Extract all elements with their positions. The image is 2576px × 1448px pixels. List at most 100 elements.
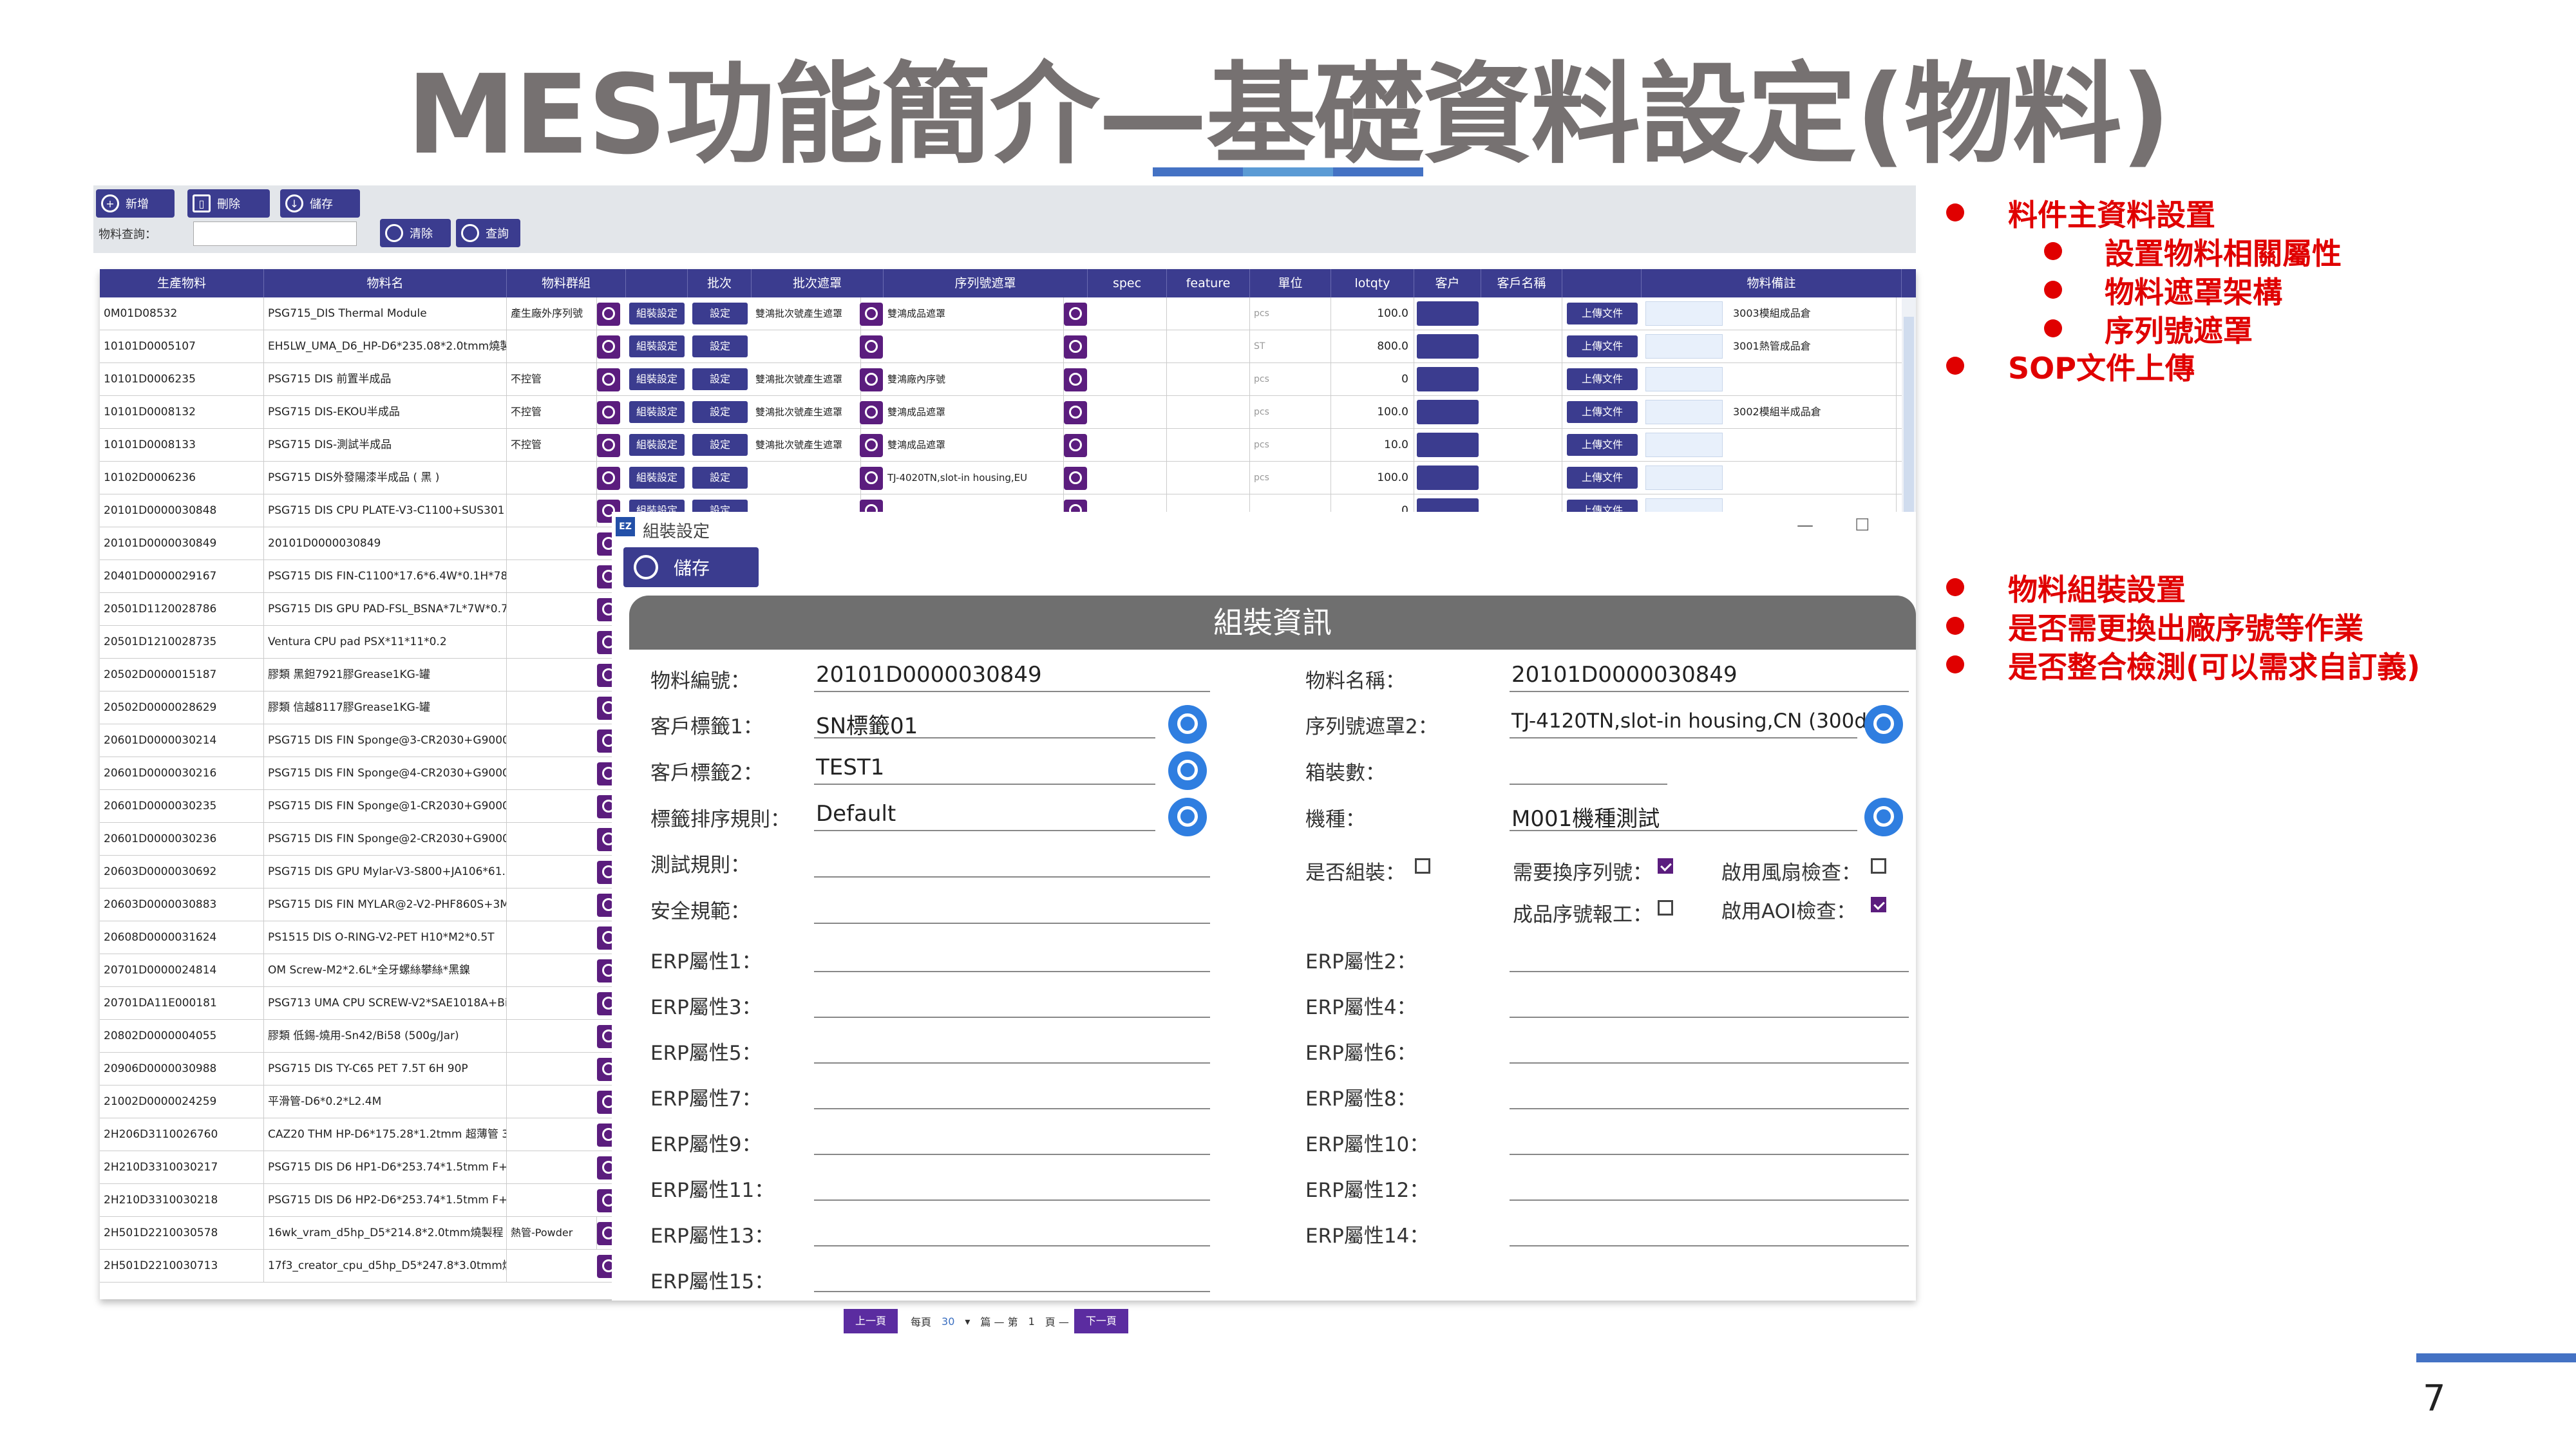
search-icon[interactable] <box>1064 401 1087 424</box>
table-row[interactable]: 10101D0006235 PSG715 DIS 前置半成品 不控管 組裝設定 設定 雙鴻… <box>100 363 1916 396</box>
erp-attribute-field[interactable] <box>814 971 1210 972</box>
erp-attribute-field[interactable] <box>814 1062 1210 1064</box>
erp-attribute-field[interactable] <box>1510 1199 1909 1201</box>
grid-header-cell[interactable]: 批次 <box>688 269 752 297</box>
search-icon[interactable] <box>597 401 620 424</box>
search-icon[interactable] <box>1168 751 1207 790</box>
search-icon[interactable] <box>1064 335 1087 359</box>
grid-header-cell[interactable]: lotqty <box>1331 269 1414 297</box>
grid-header-cell[interactable]: 單位 <box>1250 269 1331 297</box>
search-icon[interactable] <box>1168 798 1207 836</box>
erp-attribute-field[interactable] <box>814 1245 1210 1246</box>
finished-report-checkbox[interactable] <box>1658 900 1673 916</box>
search-icon[interactable] <box>597 335 620 359</box>
search-icon[interactable] <box>1864 705 1903 744</box>
grid-header-cell[interactable] <box>626 269 688 297</box>
note-input[interactable] <box>1645 433 1723 457</box>
delete-button[interactable]: ▯ 刪除 <box>187 189 270 218</box>
page-number[interactable]: 1 <box>1028 1315 1035 1328</box>
upload-document-button[interactable]: 上傳文件 <box>1567 401 1638 423</box>
assemble-settings-button[interactable]: 組裝設定 <box>629 303 685 324</box>
erp-attribute-field[interactable] <box>814 1154 1210 1155</box>
sort-rule-field[interactable]: Default <box>816 801 896 827</box>
search-icon[interactable] <box>597 303 620 326</box>
grid-header-cell[interactable]: 序列號遮罩 <box>884 269 1088 297</box>
erp-attribute-field[interactable] <box>1510 1245 1909 1246</box>
dialog-save-button[interactable]: 儲存 <box>623 547 759 587</box>
grid-header-cell[interactable]: spec <box>1088 269 1167 297</box>
search-icon[interactable] <box>1864 798 1903 836</box>
erp-attribute-field[interactable] <box>814 1291 1210 1292</box>
aoi-check-checkbox[interactable] <box>1871 897 1886 912</box>
serial-mask2-field[interactable]: TJ-4120TN,slot-in housing,CN (300dpi) <box>1511 710 1893 733</box>
search-icon[interactable] <box>860 303 883 326</box>
erp-attribute-field[interactable] <box>814 1108 1210 1109</box>
model-field[interactable]: M001機種測試 <box>1511 801 1660 832</box>
maximize-icon[interactable]: ☐ <box>1855 516 1870 535</box>
grid-header-cell[interactable]: 客戶名稱 <box>1481 269 1562 297</box>
note-input[interactable] <box>1645 334 1723 359</box>
table-row[interactable]: 10101D0008132 PSG715 DIS-EKOU半成品 不控管 組裝設定 設定… <box>100 396 1916 429</box>
search-icon[interactable] <box>860 368 883 391</box>
search-icon[interactable] <box>1064 303 1087 326</box>
assemble-settings-button[interactable]: 組裝設定 <box>629 335 685 357</box>
grid-header-cell[interactable]: feature <box>1167 269 1250 297</box>
grid-header-cell[interactable]: 生產物料 <box>100 269 264 297</box>
batch-settings-button[interactable]: 設定 <box>692 368 748 390</box>
search-icon[interactable] <box>1064 434 1087 457</box>
need-swap-checkbox[interactable] <box>1658 858 1673 874</box>
prev-page-button[interactable]: 上一頁 <box>844 1309 898 1333</box>
material-query-input[interactable] <box>193 221 357 246</box>
batch-settings-button[interactable]: 設定 <box>692 303 748 324</box>
upload-document-button[interactable]: 上傳文件 <box>1567 368 1638 390</box>
grid-header-cell[interactable]: 物料備註 <box>1642 269 1902 297</box>
table-row[interactable]: 10101D0008133 PSG715 DIS-測試半成品 不控管 組裝設定 設定 雙鴻… <box>100 429 1916 462</box>
grid-header-cell[interactable]: 物料名 <box>264 269 507 297</box>
erp-attribute-field[interactable] <box>1510 1017 1909 1018</box>
customer-cell[interactable] <box>1417 465 1479 490</box>
customer-cell[interactable] <box>1417 301 1479 326</box>
assemble-settings-button[interactable]: 組裝設定 <box>629 401 685 423</box>
erp-attribute-field[interactable] <box>1510 971 1909 972</box>
search-icon[interactable] <box>1064 467 1087 490</box>
per-page-select[interactable]: 30 <box>942 1315 954 1328</box>
batch-settings-button[interactable]: 設定 <box>692 434 748 456</box>
upload-document-button[interactable]: 上傳文件 <box>1567 434 1638 456</box>
search-button[interactable]: 查詢 <box>456 219 520 247</box>
cust-label2-field[interactable]: TEST1 <box>816 755 884 780</box>
upload-document-button[interactable]: 上傳文件 <box>1567 467 1638 489</box>
is-assembly-checkbox[interactable] <box>1415 858 1430 874</box>
clear-button[interactable]: 清除 <box>380 219 451 247</box>
customer-cell[interactable] <box>1417 400 1479 424</box>
search-icon[interactable] <box>860 401 883 424</box>
minimize-icon[interactable]: — <box>1797 516 1814 535</box>
wind-check-checkbox[interactable] <box>1871 858 1886 874</box>
save-button[interactable]: ↓ 儲存 <box>280 189 360 218</box>
note-input[interactable] <box>1645 465 1723 490</box>
search-icon[interactable] <box>1168 705 1207 744</box>
search-icon[interactable] <box>860 335 883 359</box>
note-input[interactable] <box>1645 367 1723 391</box>
add-button[interactable]: + 新增 <box>96 189 175 218</box>
batch-settings-button[interactable]: 設定 <box>692 401 748 423</box>
erp-attribute-field[interactable] <box>814 1017 1210 1018</box>
search-icon[interactable] <box>860 434 883 457</box>
table-row[interactable]: 10101D0005107 EH5LW_UMA_D6_HP-D6*235.08*2… <box>100 330 1916 363</box>
assemble-settings-button[interactable]: 組裝設定 <box>629 368 685 390</box>
upload-document-button[interactable]: 上傳文件 <box>1567 335 1638 357</box>
note-input[interactable] <box>1645 400 1723 424</box>
erp-attribute-field[interactable] <box>1510 1108 1909 1109</box>
grid-header-cell[interactable]: 客户 <box>1414 269 1481 297</box>
assemble-settings-button[interactable]: 組裝設定 <box>629 467 685 489</box>
erp-attribute-field[interactable] <box>1510 1154 1909 1155</box>
batch-settings-button[interactable]: 設定 <box>692 467 748 489</box>
chevron-down-icon[interactable]: ▾ <box>965 1315 970 1328</box>
assemble-settings-button[interactable]: 組裝設定 <box>629 434 685 456</box>
erp-attribute-field[interactable] <box>814 1199 1210 1201</box>
note-input[interactable] <box>1645 301 1723 326</box>
grid-header-cell[interactable] <box>1562 269 1642 297</box>
next-page-button[interactable]: 下一頁 <box>1074 1309 1128 1333</box>
grid-header-cell[interactable]: 物料群組 <box>507 269 626 297</box>
cust-label1-field[interactable]: SN標籤01 <box>816 708 918 740</box>
search-icon[interactable] <box>597 434 620 457</box>
